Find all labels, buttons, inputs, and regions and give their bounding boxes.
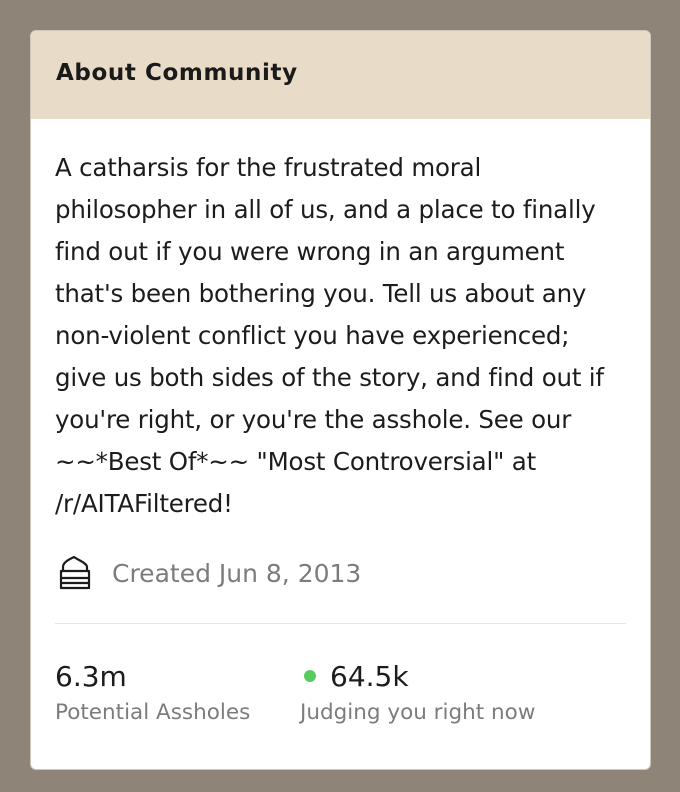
members-count: 6.3m [55, 659, 127, 693]
community-description: A catharsis for the frustrated moral phi… [55, 153, 604, 518]
widget-title: About Community [56, 60, 298, 86]
about-community-widget: About Community A catharsis for the frus… [30, 30, 651, 770]
divider [55, 623, 626, 624]
widget-header: About Community [31, 31, 650, 119]
created-date-row: Created Jun 8, 2013 [55, 553, 626, 593]
created-date: Created Jun 8, 2013 [112, 558, 362, 588]
members-label: Potential Assholes [55, 700, 251, 725]
cake-icon [59, 555, 91, 590]
online-stat: 64.5k Judging you right now [300, 658, 536, 726]
community-stats: 6.3m Potential Assholes 64.5k Judging yo… [55, 658, 626, 726]
online-dot-icon [304, 670, 316, 682]
online-label: Judging you right now [300, 700, 536, 725]
widget-body: A catharsis for the frustrated moral phi… [31, 147, 650, 725]
members-stat: 6.3m Potential Assholes [55, 658, 300, 726]
online-count: 64.5k [330, 659, 409, 693]
